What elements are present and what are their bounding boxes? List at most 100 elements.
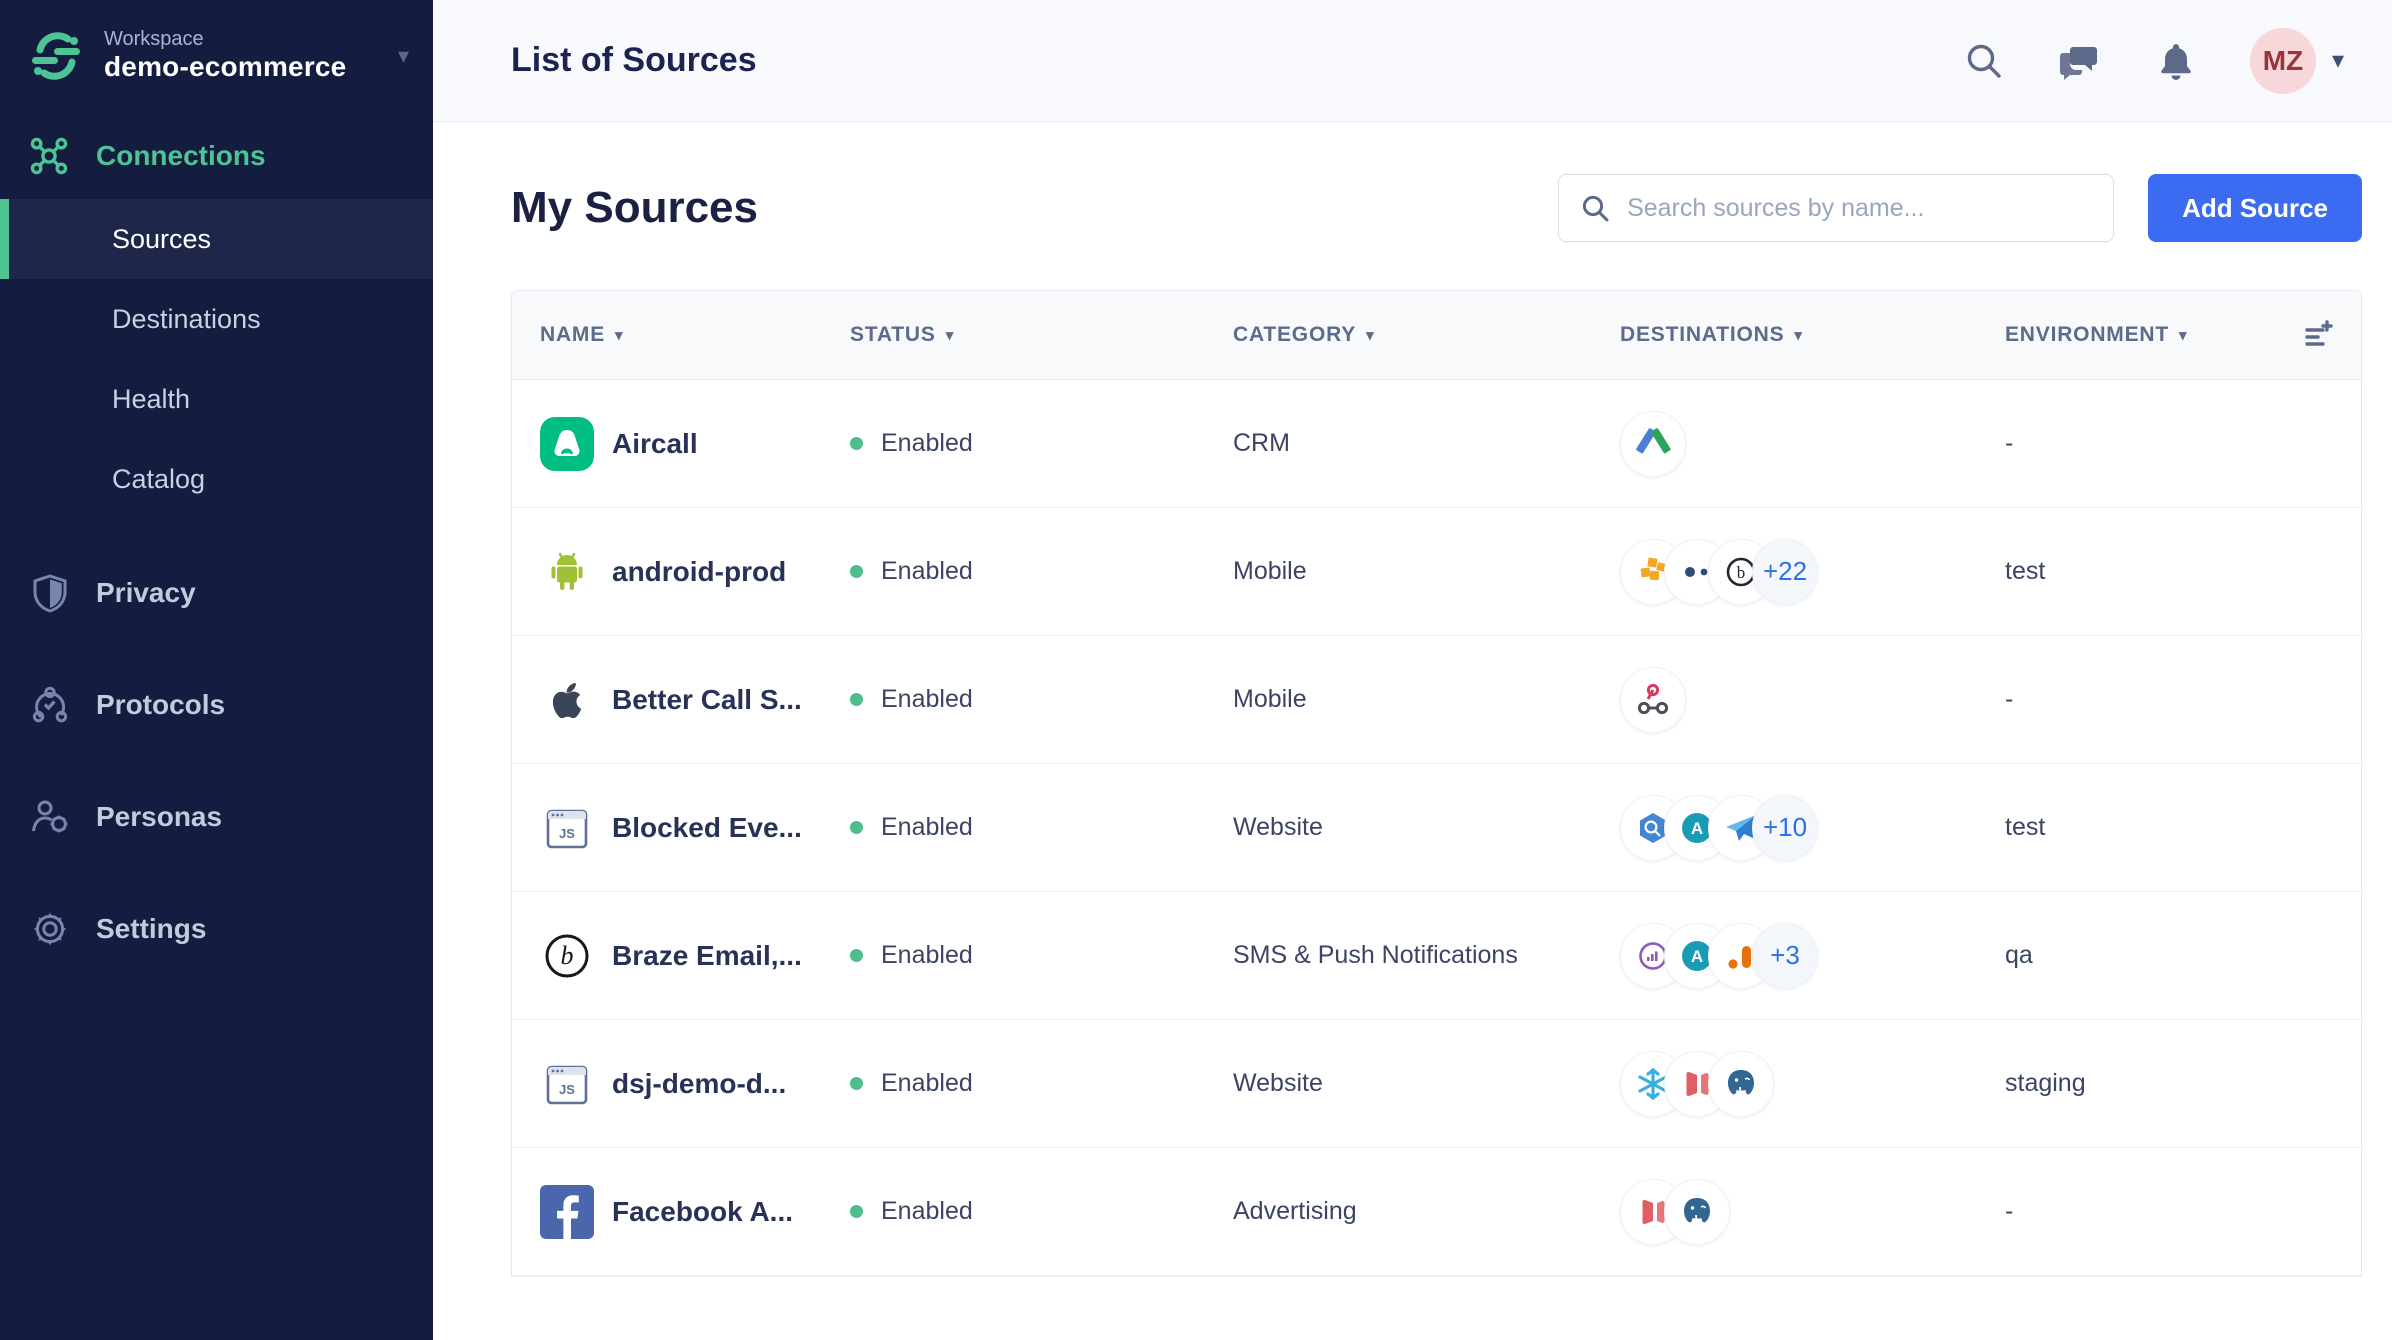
- add-source-button[interactable]: Add Source: [2148, 174, 2362, 242]
- more-destinations-badge[interactable]: +3: [1752, 922, 1818, 989]
- destinations-stack: [1620, 666, 2005, 733]
- status-label: Enabled: [881, 429, 973, 457]
- name-cell: Aircall: [540, 416, 850, 471]
- table-row[interactable]: b Braze Email,... Enabled SMS & Push Not…: [512, 892, 2361, 1020]
- table-row[interactable]: JS Blocked Eve... Enabled Website A +10 t…: [512, 764, 2361, 892]
- avatar[interactable]: MZ: [2249, 27, 2316, 94]
- webhook-icon: [1620, 666, 1686, 733]
- status-label: Enabled: [881, 813, 973, 841]
- name-cell: Facebook A...: [540, 1184, 850, 1239]
- sidebar: Workspace demo-ecommerce ▾ Connections S…: [0, 0, 433, 1340]
- sidebar-item-destinations[interactable]: Destinations: [0, 279, 433, 359]
- postgres-icon: [1708, 1050, 1774, 1117]
- category-label: Mobile: [1233, 685, 1307, 713]
- environment-label: -: [2005, 429, 2014, 457]
- workspace-switcher[interactable]: Workspace demo-ecommerce ▾: [0, 0, 433, 113]
- table-row[interactable]: Aircall Enabled CRM -: [512, 380, 2361, 508]
- sidebar-item-label: Protocols: [96, 689, 226, 720]
- environment-label: qa: [2005, 941, 2033, 969]
- source-name: Aircall: [612, 427, 698, 459]
- table-row[interactable]: Better Call S... Enabled Mobile -: [512, 636, 2361, 764]
- gear-icon: [30, 909, 70, 949]
- status-dot: [850, 437, 863, 450]
- svg-text:b: b: [561, 941, 574, 970]
- environment-label: -: [2005, 685, 2014, 713]
- android-icon: [540, 545, 594, 599]
- category-label: Mobile: [1233, 557, 1307, 585]
- sidebar-item-settings[interactable]: Settings: [0, 873, 433, 985]
- destinations-stack: [1620, 1178, 2005, 1245]
- status-dot: [850, 1205, 863, 1218]
- connections-subnav: Sources Destinations Health Catalog: [0, 199, 433, 519]
- topbar: List of Sources MZ ▾: [433, 0, 2392, 122]
- status-label: Enabled: [881, 941, 973, 969]
- sidebar-item-label: Settings: [96, 913, 207, 944]
- column-header-category[interactable]: CATEGORY ▾: [1233, 323, 1620, 347]
- more-destinations-badge[interactable]: +10: [1752, 794, 1818, 861]
- braze-icon: b: [540, 929, 594, 983]
- sources-table: NAME ▾ STATUS ▾ CATEGORY ▾ DESTINATIONS ▾ EN…: [511, 290, 2362, 1277]
- status-cell: Enabled: [850, 557, 1233, 586]
- edit-columns-icon[interactable]: [2301, 318, 2361, 352]
- status-dot: [850, 1077, 863, 1090]
- chevron-down-icon[interactable]: ▾: [2332, 46, 2344, 75]
- sort-caret-icon: ▾: [1794, 327, 1803, 344]
- column-header-status[interactable]: STATUS ▾: [850, 323, 1233, 347]
- status-cell: Enabled: [850, 429, 1233, 458]
- destinations-stack: [1620, 1050, 2005, 1117]
- sort-caret-icon: ▾: [615, 327, 624, 344]
- column-header-name[interactable]: NAME ▾: [540, 323, 850, 347]
- page-title: List of Sources: [511, 41, 757, 79]
- destinations-stack: b +22: [1620, 538, 2005, 605]
- more-destinations-badge[interactable]: +22: [1752, 538, 1818, 605]
- bell-icon[interactable]: [2154, 39, 2198, 83]
- svg-text:A: A: [1691, 947, 1703, 966]
- source-name: Blocked Eve...: [612, 811, 802, 843]
- apple-icon: [540, 673, 594, 727]
- search-icon: [1582, 195, 1609, 222]
- table-row[interactable]: JS dsj-demo-d... Enabled Website staging: [512, 1020, 2361, 1148]
- search-input[interactable]: [1627, 193, 2094, 223]
- status-cell: Enabled: [850, 1197, 1233, 1226]
- status-label: Enabled: [881, 1069, 973, 1097]
- category-label: SMS & Push Notifications: [1233, 941, 1518, 969]
- table-row[interactable]: Facebook A... Enabled Advertising -: [512, 1148, 2361, 1276]
- sidebar-item-health[interactable]: Health: [0, 359, 433, 439]
- source-name: Better Call S...: [612, 683, 802, 715]
- destinations-stack: A +10: [1620, 794, 2005, 861]
- environment-label: test: [2005, 557, 2046, 585]
- status-cell: Enabled: [850, 685, 1233, 714]
- category-label: Website: [1233, 813, 1323, 841]
- status-dot: [850, 949, 863, 962]
- search-icon[interactable]: [1962, 39, 2006, 83]
- column-header-environment[interactable]: ENVIRONMENT ▾: [2005, 323, 2271, 347]
- sidebar-item-personas[interactable]: Personas: [0, 761, 433, 873]
- postgres-icon: [1664, 1178, 1730, 1245]
- column-header-destinations[interactable]: DESTINATIONS ▾: [1620, 323, 2005, 347]
- connections-icon: [30, 137, 68, 175]
- sort-caret-icon: ▾: [1366, 327, 1375, 344]
- status-label: Enabled: [881, 685, 973, 713]
- environment-label: test: [2005, 813, 2046, 841]
- chevron-down-icon: ▾: [397, 42, 409, 68]
- sidebar-item-privacy[interactable]: Privacy: [0, 537, 433, 649]
- name-cell: JS dsj-demo-d...: [540, 1057, 850, 1111]
- svg-text:JS: JS: [559, 1082, 575, 1097]
- protocols-icon: [30, 685, 70, 725]
- sort-caret-icon: ▾: [945, 327, 955, 344]
- status-label: Enabled: [881, 557, 973, 585]
- sidebar-item-connections[interactable]: Connections: [0, 113, 433, 199]
- table-header: NAME ▾ STATUS ▾ CATEGORY ▾ DESTINATIONS ▾ EN…: [512, 291, 2361, 380]
- name-cell: Better Call S...: [540, 673, 850, 727]
- sidebar-item-sources[interactable]: Sources: [0, 199, 433, 279]
- table-body: Aircall Enabled CRM - android-prod Enabl…: [512, 380, 2361, 1276]
- status-cell: Enabled: [850, 813, 1233, 842]
- sidebar-item-catalog[interactable]: Catalog: [0, 439, 433, 519]
- chat-icon[interactable]: [2058, 39, 2102, 83]
- facebook-icon: [540, 1184, 594, 1239]
- workspace-name: demo-ecommerce: [104, 51, 347, 82]
- name-cell: b Braze Email,...: [540, 929, 850, 983]
- status-dot: [850, 821, 863, 834]
- table-row[interactable]: android-prod Enabled Mobile b +22 test: [512, 508, 2361, 636]
- sidebar-item-protocols[interactable]: Protocols: [0, 649, 433, 761]
